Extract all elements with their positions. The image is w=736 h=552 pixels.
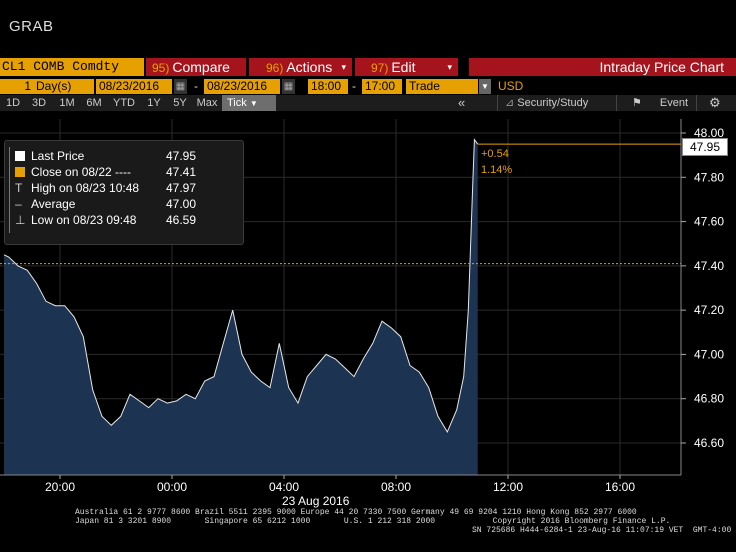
x-axis-date-label: 23 Aug 2016 <box>282 494 350 508</box>
window-label: GRAB <box>9 18 54 35</box>
toolbar-divider <box>616 95 617 111</box>
range-ytd[interactable]: YTD <box>110 95 138 111</box>
y-tick-label: 47.60 <box>694 215 724 229</box>
y-tick-label: 46.80 <box>694 392 724 406</box>
legend-close-value: 47.41 <box>166 165 197 179</box>
last-price-badge: 47.95 <box>682 138 728 156</box>
ticker-field[interactable]: CL1 COMB Comdty <box>0 58 144 76</box>
x-tick-label: 12:00 <box>493 480 523 494</box>
toolbar-divider <box>497 95 498 111</box>
y-tick-label: 47.00 <box>694 347 724 361</box>
actions-label: Actions <box>286 59 333 75</box>
event-type-select[interactable]: Trade <box>406 79 478 94</box>
period-count: 1 <box>24 79 31 93</box>
actions-button[interactable]: 96) Actions ▾ <box>249 58 352 76</box>
edit-label: Edit <box>391 59 416 75</box>
footer-contacts: Australia 61 2 9777 8600 Brazil 5511 239… <box>75 508 637 517</box>
legend-average-value: 47.00 <box>166 197 197 211</box>
x-axis-ticks: 20:00 00:00 04:00 08:00 12:00 16:00 <box>45 475 635 494</box>
compare-number: 95) <box>152 61 170 75</box>
legend-average: – Average 47.00 <box>15 197 196 211</box>
legend-low-value: 46.59 <box>166 213 197 227</box>
x-tick-label: 04:00 <box>269 480 299 494</box>
start-time-field[interactable]: 18:00 <box>308 79 348 94</box>
x-tick-label: 00:00 <box>157 480 187 494</box>
actions-number: 96) <box>266 61 284 75</box>
x-tick-label: 20:00 <box>45 480 75 494</box>
event-label: Event <box>659 97 689 109</box>
change-absolute: +0.54 <box>481 148 509 160</box>
high-marker-icon: T <box>15 181 23 195</box>
flag-icon: ⚑ <box>632 97 642 109</box>
range-tick-label: Tick <box>227 97 247 109</box>
edit-button[interactable]: 97) Edit ▾ <box>355 58 458 76</box>
footer-serial: SN 725686 H444-6284-1 23-Aug-16 11:07:19… <box>472 526 732 535</box>
time-range-dash: - <box>352 79 356 93</box>
y-tick-label: 47.40 <box>694 259 724 273</box>
date-range-dash: - <box>194 79 198 93</box>
chart-title: Intraday Price Chart <box>469 58 736 76</box>
range-1y[interactable]: 1Y <box>143 95 165 111</box>
range-1m[interactable]: 1M <box>56 95 78 111</box>
x-tick-label: 08:00 <box>381 480 411 494</box>
period-unit: Day(s) <box>36 79 72 93</box>
edit-number: 97) <box>371 61 389 75</box>
legend-high-label: High on 08/23 10:48 <box>31 181 140 195</box>
legend-last-value: 47.95 <box>166 149 197 163</box>
legend-low-label: Low on 08/23 09:48 <box>31 213 137 227</box>
calendar-icon[interactable]: ▦ <box>282 79 295 94</box>
x-tick-label: 16:00 <box>605 480 635 494</box>
range-tick-select[interactable]: Tick ▼ <box>222 95 276 111</box>
chart-study-icon: ⊿ <box>505 97 515 109</box>
period-field[interactable]: 1 Day(s) <box>0 79 94 94</box>
security-study-label: Security/Study <box>517 97 589 109</box>
legend-low: ⊥ Low on 08/23 09:48 46.59 <box>15 213 196 227</box>
legend-average-label: Average <box>31 197 76 211</box>
end-time-field[interactable]: 17:00 <box>362 79 402 94</box>
legend-close: Close on 08/22 ---- 47.41 <box>15 165 196 179</box>
calendar-icon[interactable]: ▦ <box>174 79 187 94</box>
range-max[interactable]: Max <box>194 95 220 111</box>
legend-high: T High on 08/23 10:48 47.97 <box>15 181 196 195</box>
range-5y[interactable]: 5Y <box>169 95 191 111</box>
gear-icon[interactable]: ⚙ <box>709 95 721 111</box>
y-axis-ticks: 48.0047.8047.6047.4047.2047.0046.8046.60 <box>681 126 724 450</box>
y-tick-label: 47.80 <box>694 170 724 184</box>
change-percent: 1.14% <box>481 164 513 176</box>
range-1d[interactable]: 1D <box>3 95 23 111</box>
range-3d[interactable]: 3D <box>29 95 49 111</box>
y-tick-label: 47.20 <box>694 303 724 317</box>
legend-last-price: Last Price 47.95 <box>15 149 196 163</box>
actions-dropdown-icon: ▾ <box>341 62 346 72</box>
last-price-swatch-icon <box>15 151 25 161</box>
average-marker-icon: – <box>15 197 22 211</box>
legend-high-value: 47.97 <box>166 181 197 195</box>
end-date-field[interactable]: 08/23/2016 <box>204 79 280 94</box>
chevron-down-icon[interactable]: ▼ <box>479 79 491 94</box>
start-date-field[interactable]: 08/23/2016 <box>96 79 172 94</box>
close-swatch-icon <box>15 167 25 177</box>
range-6m[interactable]: 6M <box>83 95 105 111</box>
compare-button[interactable]: 95) Compare <box>146 58 246 76</box>
low-marker-icon: ⊥ <box>15 213 26 227</box>
toolbar-divider <box>696 95 697 111</box>
chevron-down-icon: ▼ <box>249 99 258 108</box>
legend-last-label: Last Price <box>31 149 85 163</box>
collapse-icon[interactable]: « <box>458 95 465 111</box>
currency-label: USD <box>498 79 524 93</box>
compare-label: Compare <box>172 59 230 75</box>
y-tick-label: 46.60 <box>694 436 724 450</box>
legend-bracket <box>9 147 14 233</box>
event-button[interactable]: ⚑ Event <box>632 95 688 111</box>
edit-dropdown-icon: ▾ <box>447 62 452 72</box>
security-study-button[interactable]: ⊿ Security/Study <box>505 95 588 111</box>
legend-close-label: Close on 08/22 ---- <box>31 165 132 179</box>
footer-contacts-copyright: Japan 81 3 3201 8900 Singapore 65 6212 1… <box>75 517 671 526</box>
